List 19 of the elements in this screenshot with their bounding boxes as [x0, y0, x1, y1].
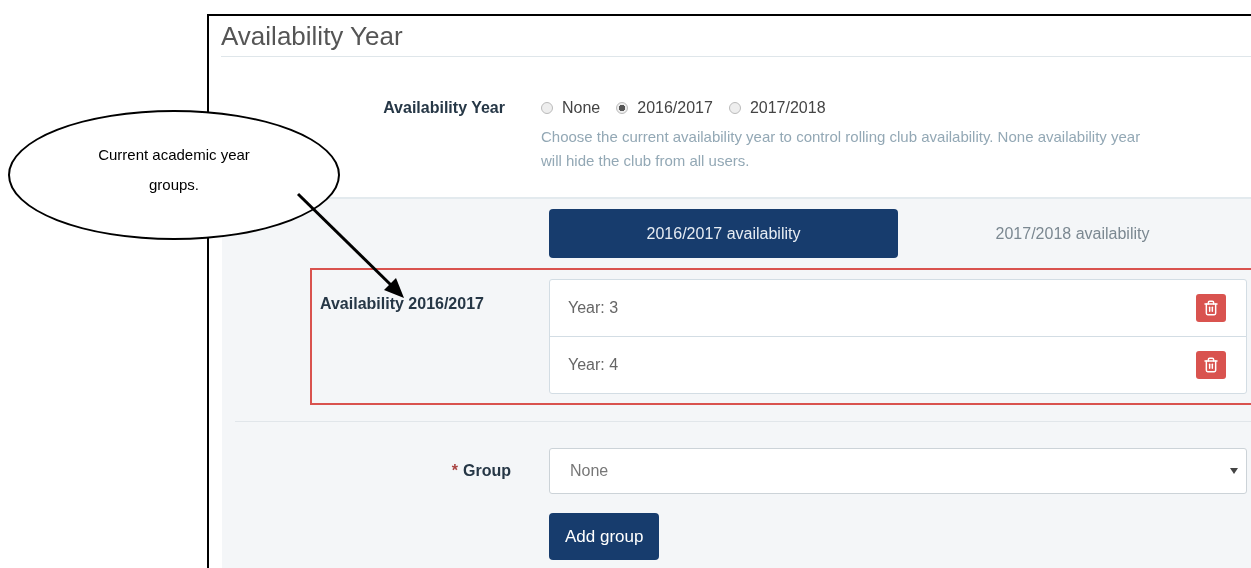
field-label: Availability Year: [382, 98, 505, 118]
delete-button[interactable]: [1196, 351, 1226, 379]
radio-option[interactable]: None: [541, 97, 601, 119]
section-title: Availability Year: [221, 16, 1251, 57]
callout-text: Current academic year groups.: [97, 145, 251, 195]
list-item-text: Year: 3: [568, 299, 619, 317]
group-select[interactable]: None: [549, 448, 1247, 494]
field-label: * Group: [450, 462, 511, 480]
radio-option[interactable]: 2017/2018: [728, 97, 826, 119]
caret-icon: [1230, 468, 1238, 474]
list-item-text: Year: 4: [568, 356, 619, 374]
help-text: Choose the current availability year to control rolling club availability. None availability year will hide the club from all users.: [541, 127, 1142, 171]
add-group-button[interactable]: Add group: [549, 513, 660, 560]
trash-icon: [1203, 357, 1219, 373]
field-label: Availability 2016/2017: [320, 295, 485, 313]
trash-icon: [1203, 300, 1219, 316]
radio-option[interactable]: 2016/2017: [616, 97, 713, 119]
delete-button[interactable]: [1196, 294, 1226, 322]
tab[interactable]: 2016/2017 availability: [549, 209, 898, 258]
